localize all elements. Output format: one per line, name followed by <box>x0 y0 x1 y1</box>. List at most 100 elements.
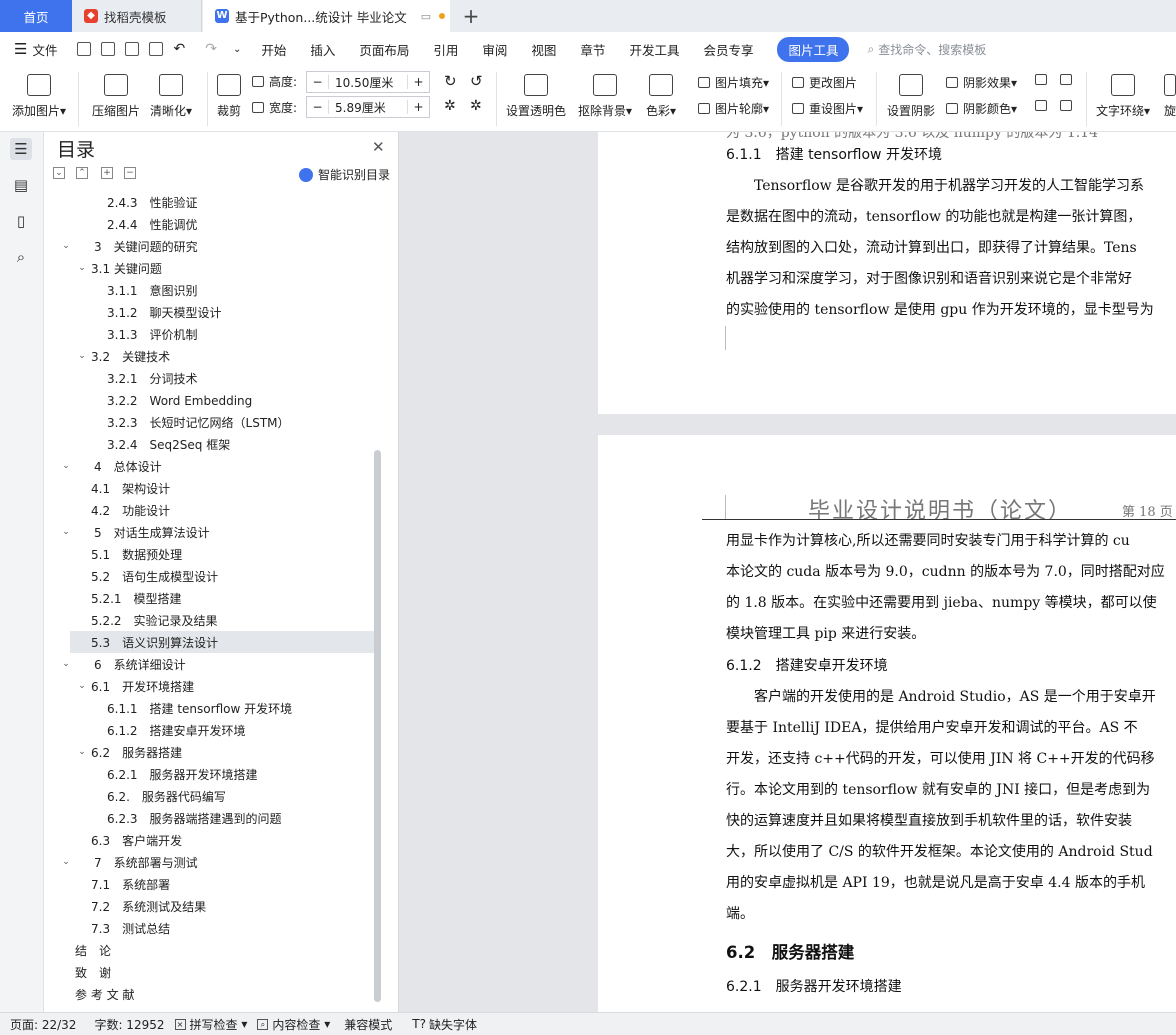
toc-item[interactable]: 6.1.2 搭建安卓开发环境 <box>44 719 374 741</box>
toc-item[interactable]: 6.2.3 服务器端搭建遇到的问题 <box>44 807 374 829</box>
chevron-down-icon[interactable]: ⌄ <box>60 527 72 537</box>
flip-horizontal-icon[interactable]: ✲ <box>444 98 456 114</box>
toc-item[interactable]: 6.3 客户端开发 <box>44 829 374 851</box>
toc-item[interactable]: ⌄ 6.2 服务器搭建 <box>44 741 374 763</box>
menu-section[interactable]: 章节 <box>580 40 605 59</box>
tab-window-icon[interactable]: ▭ <box>421 10 431 23</box>
toc-item[interactable]: 结 论 <box>44 939 374 961</box>
toc-item[interactable]: 3.2.3 长短时记忆网络（LSTM） <box>44 411 374 433</box>
width-stepper[interactable]: − 5.89厘米 + <box>306 96 430 118</box>
menu-view[interactable]: 视图 <box>531 40 556 59</box>
collapse-all-icon[interactable]: ⌄ <box>53 167 65 179</box>
close-icon[interactable]: ✕ <box>372 138 385 156</box>
image-outline-button[interactable]: 图片轮廓 ▾ <box>698 100 769 117</box>
menu-start[interactable]: 开始 <box>261 40 286 59</box>
chevron-down-icon[interactable]: ⌄ <box>76 351 88 361</box>
add-image-button[interactable]: 添加图片▾ <box>12 74 66 119</box>
toc-item[interactable]: 5.3 语义识别算法设计 <box>70 631 374 653</box>
toc-item[interactable]: ⌄ 6.1 开发环境搭建 <box>44 675 374 697</box>
new-tab-button[interactable]: + <box>458 0 484 32</box>
menu-file[interactable]: 文件 <box>32 40 57 59</box>
document-canvas[interactable]: 为 3.6，python 的版本为 3.6 以及 numpy 的版本为 1.14… <box>399 132 1176 1012</box>
rotate-right-icon[interactable]: ↺ <box>470 72 483 90</box>
document-page[interactable]: 为 3.6，python 的版本为 3.6 以及 numpy 的版本为 1.14… <box>598 132 1176 414</box>
width-value[interactable]: 5.89厘米 <box>329 99 407 116</box>
toc-item[interactable]: 3.1.3 评价机制 <box>44 323 374 345</box>
toc-item[interactable]: 5.1 数据预处理 <box>44 543 374 565</box>
preview-icon[interactable] <box>149 42 164 56</box>
toc-item[interactable]: 5.2.2 实验记录及结果 <box>44 609 374 631</box>
toc-item[interactable]: 7.3 测试总结 <box>44 917 374 939</box>
toc-item[interactable]: 3.1.2 聊天模型设计 <box>44 301 374 323</box>
toc-icon[interactable]: ☰ <box>10 138 32 160</box>
toc-item[interactable]: 5.2 语句生成模型设计 <box>44 565 374 587</box>
toc-item[interactable]: 5.2.1 模型搭建 <box>44 587 374 609</box>
expand-up-icon[interactable]: ⌃ <box>76 167 88 179</box>
menu-insert[interactable]: 插入 <box>310 40 335 59</box>
content-check-button[interactable]: ⌕ 内容检查 ▾ <box>257 1016 330 1033</box>
tab-template[interactable]: ◆ 找稻壳模板 <box>72 0 202 32</box>
menu-review[interactable]: 审阅 <box>482 40 507 59</box>
toc-item[interactable]: ⌄ 5 对话生成算法设计 <box>44 521 374 543</box>
export-icon[interactable] <box>101 42 116 56</box>
toc-item[interactable]: 3.2.1 分词技术 <box>44 367 374 389</box>
toc-item[interactable]: 4.2 功能设计 <box>44 499 374 521</box>
chevron-down-icon[interactable]: ⌄ <box>60 241 72 251</box>
chevron-down-icon[interactable]: ⌄ <box>76 263 88 273</box>
word-count[interactable]: 字数: 12952 <box>94 1016 164 1033</box>
command-search[interactable]: ⌕ 查找命令、搜索模板 <box>867 41 986 58</box>
menu-reference[interactable]: 引用 <box>433 40 458 59</box>
pages-icon[interactable]: ▤ <box>10 174 32 196</box>
crop-button[interactable]: 裁剪 <box>217 74 241 119</box>
smart-toc-button[interactable]: 智能识别目录 <box>299 166 390 183</box>
toc-item[interactable]: 6.2.1 服务器开发环境搭建 <box>44 763 374 785</box>
rotate-left-icon[interactable]: ↻ <box>444 72 457 90</box>
transparent-color-button[interactable]: 设置透明色 <box>506 74 566 119</box>
toc-item[interactable]: 参 考 文 献 <box>44 983 374 1005</box>
width-increase-button[interactable]: + <box>407 100 429 114</box>
spell-check-button[interactable]: × 拼写检查 ▾ <box>174 1016 247 1033</box>
remove-heading-icon[interactable]: − <box>124 167 136 179</box>
height-value[interactable]: 10.50厘米 <box>329 74 407 91</box>
shadow-left-icon[interactable] <box>1035 100 1052 111</box>
shadow-right-icon[interactable] <box>1060 100 1077 111</box>
chevron-down-icon[interactable]: ⌄ <box>60 659 72 669</box>
menu-layout[interactable]: 页面布局 <box>359 40 409 59</box>
chevron-down-icon[interactable]: ⌄ <box>60 461 72 471</box>
toc-item[interactable]: 致 谢 <box>44 961 374 983</box>
toc-item[interactable]: 2.4.4 性能调优 <box>44 213 374 235</box>
menu-member[interactable]: 会员专享 <box>703 40 753 59</box>
compress-button[interactable]: 压缩图片 <box>92 74 140 119</box>
shadow-effect-button[interactable]: 阴影效果 ▾ <box>946 74 1017 91</box>
toc-scrollbar[interactable] <box>374 450 381 1002</box>
text-wrap-button[interactable]: 文字环绕▾ <box>1096 74 1150 119</box>
toc-item[interactable]: 3.2.4 Seq2Seq 框架 <box>44 433 374 455</box>
change-image-button[interactable]: 更改图片 <box>792 74 857 91</box>
chevron-down-icon[interactable]: ⌄ <box>76 747 88 757</box>
rotate-button[interactable]: 旋 <box>1164 74 1176 119</box>
toc-item[interactable]: ⌄ 3.1 关键问题 <box>44 257 374 279</box>
document-page[interactable]: 毕业设计说明书（论文） 第 18 页 用显卡作为计算核心,所以还需要同时安装专门… <box>598 435 1176 1012</box>
color-button[interactable]: 色彩▾ <box>646 74 676 119</box>
toc-item[interactable]: 7.2 系统测试及结果 <box>44 895 374 917</box>
toc-item[interactable]: ⌄ 4 总体设计 <box>44 455 374 477</box>
flip-vertical-icon[interactable]: ✲ <box>470 98 482 114</box>
set-shadow-button[interactable]: 设置阴影 <box>887 74 935 119</box>
print-icon[interactable] <box>125 42 140 56</box>
toc-item[interactable]: ⌄ 6 系统详细设计 <box>44 653 374 675</box>
toc-item[interactable]: 7.1 系统部署 <box>44 873 374 895</box>
bookmark-icon[interactable]: ▯ <box>10 210 32 232</box>
toc-item[interactable]: 3.2.2 Word Embedding <box>44 389 374 411</box>
toc-item[interactable]: 6.2. 服务器代码编写 <box>44 785 374 807</box>
save-icon[interactable] <box>77 42 92 56</box>
toc-item[interactable]: 2.4.3 性能验证 <box>44 191 374 213</box>
height-decrease-button[interactable]: − <box>307 75 329 89</box>
toc-item[interactable]: ⌄ 7 系统部署与测试 <box>44 851 374 873</box>
toc-item[interactable]: 6.1.1 搭建 tensorflow 开发环境 <box>44 697 374 719</box>
find-icon[interactable]: ⌕ <box>10 246 32 268</box>
remove-background-button[interactable]: 抠除背景▾ <box>578 74 632 119</box>
page-indicator[interactable]: 页面: 22/32 <box>10 1016 76 1033</box>
missing-font-button[interactable]: T? 缺失字体 <box>412 1016 477 1033</box>
toc-item[interactable]: ⌄ 3.2 关键技术 <box>44 345 374 367</box>
hamburger-icon[interactable]: ☰ <box>14 40 27 58</box>
